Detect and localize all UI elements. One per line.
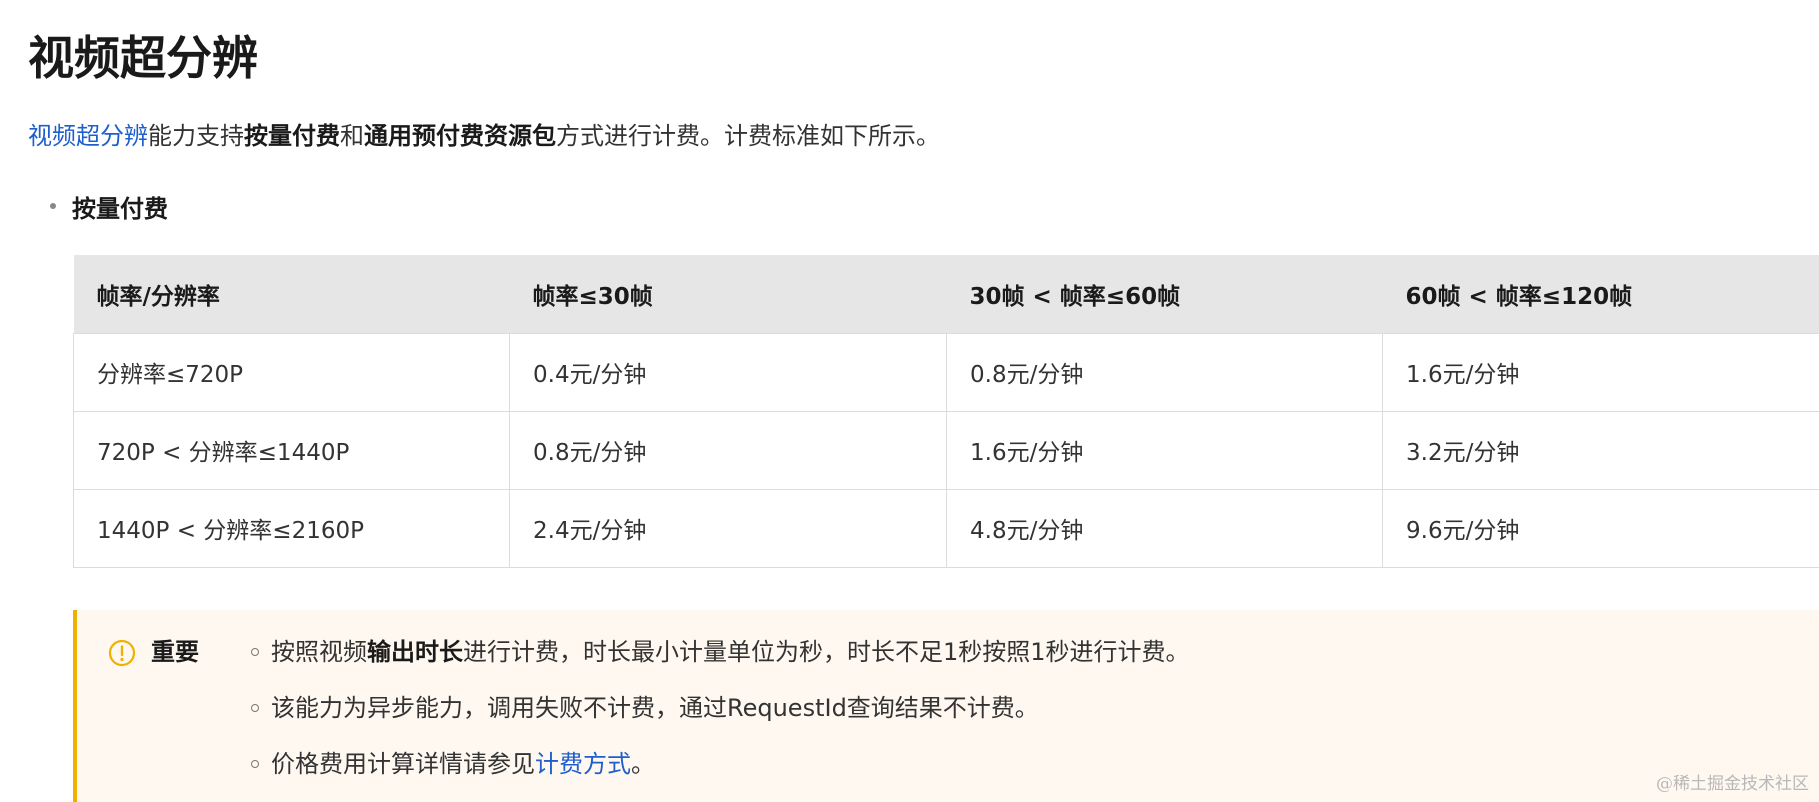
table-cell: 分辨率≤720P [73,332,510,412]
warning-circle-icon [108,639,136,667]
intro-link-video-super-resolution[interactable]: 视频超分辨 [28,122,148,150]
section-heading: 按量付费 [72,194,168,223]
notice-label: 重要 [151,638,199,666]
pricing-table: 帧率/分辨率 帧率≤30帧 30帧 < 帧率≤60帧 60帧 < 帧率≤120帧… [73,255,1819,568]
notice-item-3-pre: 价格费用计算详情请参见 [271,750,535,778]
notice-item-2-text: 该能力为异步能力，调用失败不计费，通过RequestId查询结果不计费。 [271,694,1039,722]
page-title: 视频超分辨 [28,31,258,85]
table-cell: 1.6元/分钟 [1382,332,1819,412]
table-header-cell: 60帧 < 帧率≤120帧 [1382,255,1819,333]
notice-item: 该能力为异步能力，调用失败不计费，通过RequestId查询结果不计费。 [251,688,1190,728]
intro-paragraph: 视频超分辨能力支持按量付费和通用预付费资源包方式进行计费。计费标准如下所示。 [28,118,940,154]
bullet-dot-icon [50,203,56,209]
important-notice: 重要 按照视频输出时长进行计费，时长最小计量单位为秒，时长不足1秒按照1秒进行计… [73,610,1819,802]
table-header-cell: 帧率≤30帧 [509,255,947,333]
table-header-row: 帧率/分辨率 帧率≤30帧 30帧 < 帧率≤60帧 60帧 < 帧率≤120帧 [73,255,1819,333]
notice-item-3-post: 。 [631,750,655,778]
table-cell: 720P < 分辨率≤1440P [73,410,510,490]
table-header-cell: 30帧 < 帧率≤60帧 [946,255,1383,333]
table-cell: 0.8元/分钟 [509,410,947,490]
section-bullet: 按量付费 [50,188,168,224]
document-page: 视频超分辨 视频超分辨能力支持按量付费和通用预付费资源包方式进行计费。计费标准如… [0,0,1819,802]
table-cell: 3.2元/分钟 [1382,410,1819,490]
intro-text-3: 方式进行计费。计费标准如下所示。 [556,122,940,150]
intro-bold-prepaid-package: 通用预付费资源包 [364,122,556,150]
table-row: 720P < 分辨率≤1440P 0.8元/分钟 1.6元/分钟 3.2元/分钟 [73,410,1819,490]
notice-item-1-post: 进行计费，时长最小计量单位为秒，时长不足1秒按照1秒进行计费。 [463,638,1190,666]
watermark: @稀土掘金技术社区 [1656,774,1809,794]
billing-method-link[interactable]: 计费方式 [535,750,631,778]
intro-text-1: 能力支持 [148,122,244,150]
intro-text-2: 和 [340,122,364,150]
intro-bold-pay-as-you-go: 按量付费 [244,122,340,150]
table-cell: 0.4元/分钟 [509,332,947,412]
notice-item: 按照视频输出时长进行计费，时长最小计量单位为秒，时长不足1秒按照1秒进行计费。 [251,632,1190,672]
table-row: 分辨率≤720P 0.4元/分钟 0.8元/分钟 1.6元/分钟 [73,332,1819,412]
table-cell: 2.4元/分钟 [509,488,947,568]
notice-item: 价格费用计算详情请参见计费方式。 [251,744,1190,784]
table-header-cell: 帧率/分辨率 [73,255,510,333]
notice-item-1-bold: 输出时长 [367,638,463,666]
table-row: 1440P < 分辨率≤2160P 2.4元/分钟 4.8元/分钟 9.6元/分… [73,488,1819,568]
table-cell: 4.8元/分钟 [946,488,1383,568]
notice-item-1-pre: 按照视频 [271,638,367,666]
table-cell: 0.8元/分钟 [946,332,1383,412]
table-cell: 1.6元/分钟 [946,410,1383,490]
table-cell: 1440P < 分辨率≤2160P [73,488,510,568]
table-cell: 9.6元/分钟 [1382,488,1819,568]
notice-list: 按照视频输出时长进行计费，时长最小计量单位为秒，时长不足1秒按照1秒进行计费。 … [251,632,1190,800]
